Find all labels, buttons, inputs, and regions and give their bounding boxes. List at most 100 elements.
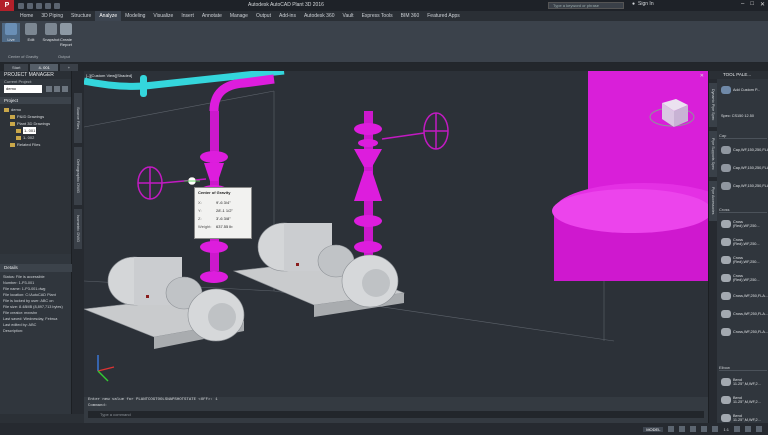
cross-fitting[interactable]: Cross (Red),WF,250... — [721, 235, 768, 249]
title-bar: P Autodesk AutoCAD Plant 3D 2016 Type a … — [0, 0, 768, 11]
ortho-icon[interactable] — [690, 426, 697, 432]
doc-tab-drawing[interactable]: 4- 001 — [30, 63, 58, 71]
tree-item[interactable]: P&ID Drawings — [2, 113, 71, 120]
elbow-fitting[interactable]: Bend 11.25°,M,WF,2... — [721, 393, 768, 407]
sign-in-button[interactable]: ● Sign In — [632, 1, 654, 7]
pump-left[interactable] — [84, 256, 245, 349]
redo-icon[interactable] — [54, 2, 60, 9]
undo-icon[interactable] — [45, 2, 51, 9]
ribbon-tab[interactable]: Featured Apps — [423, 11, 464, 21]
cross-fitting-icon — [721, 238, 731, 246]
maximize-button[interactable]: □ — [750, 1, 754, 8]
tp-section-cap[interactable]: Cap — [719, 133, 767, 139]
annotation-icon[interactable] — [734, 426, 740, 432]
project-tools — [46, 86, 69, 92]
tp-tab-accessories[interactable]: Pipe Accessories — [709, 181, 717, 221]
cross-fitting[interactable]: Cross (Red),WF,250... — [721, 253, 768, 267]
save-icon[interactable] — [36, 2, 42, 9]
tree-item[interactable]: Plant 3D Drawings — [2, 120, 71, 127]
project-select[interactable]: demo — [4, 85, 42, 93]
cap-fitting[interactable]: Cap,WF,150,250,FLA... — [721, 161, 768, 175]
edit-button[interactable]: Edit — [22, 23, 40, 42]
vtab-orthographic[interactable]: Orthographic DWG — [74, 147, 82, 205]
center-of-gravity-marker[interactable] — [184, 176, 200, 186]
ribbon-tab[interactable]: Structure — [67, 11, 95, 21]
details-section-header[interactable]: Details — [0, 264, 72, 272]
live-button[interactable]: Live — [2, 23, 20, 42]
vtab-source-files[interactable]: Source Files — [74, 93, 82, 143]
tree-item[interactable]: 1- 001 — [2, 127, 71, 134]
cross-fitting[interactable]: Cross (Red),WF,250... — [721, 271, 768, 285]
ribbon-tab[interactable]: Annotate — [198, 11, 226, 21]
tp-tab-dynamic-pipe[interactable]: Dynamic Pipe Spec — [709, 83, 717, 127]
command-input[interactable]: Type a command — [88, 411, 704, 418]
viewport-label[interactable]: [–][Custom View][Shaded] — [86, 73, 132, 78]
project-refresh-icon[interactable] — [54, 86, 61, 92]
osnap-icon[interactable] — [712, 426, 719, 432]
elbow-fitting-icon — [721, 378, 731, 386]
cross-fitting-icon — [721, 310, 731, 318]
3d-model-scene[interactable] — [84, 71, 708, 397]
project-settings-icon[interactable] — [46, 86, 53, 92]
valve-handwheel-right[interactable] — [381, 112, 449, 150]
viewport-close-button[interactable]: ✕ — [700, 73, 704, 79]
ribbon-tab[interactable]: Manage — [226, 11, 252, 21]
project-section-header[interactable]: Project — [0, 97, 71, 104]
settings-icon[interactable] — [756, 426, 762, 432]
open-icon[interactable] — [27, 2, 33, 9]
snap-icon[interactable] — [679, 426, 686, 432]
cross-fitting[interactable]: Cross,WF,250,FLA... — [721, 307, 768, 321]
tree-item[interactable]: 1- 002 — [2, 134, 71, 141]
tree-item[interactable]: Related Files — [2, 141, 71, 148]
cross-fitting[interactable]: Cross,WF,250,FLA... — [721, 289, 768, 303]
ribbon-tab[interactable]: Autodesk 360 — [300, 11, 339, 21]
ribbon-tab[interactable]: Express Tools — [358, 11, 397, 21]
magenta-pipe-middle[interactable] — [354, 111, 382, 261]
vtab-isometric[interactable]: Isometric DWG — [74, 209, 82, 249]
ribbon-tab[interactable]: Home — [16, 11, 37, 21]
workspace-icon[interactable] — [745, 426, 751, 432]
ribbon-tab[interactable]: Add-ins — [275, 11, 300, 21]
ribbon-tab[interactable]: BIM 360 — [397, 11, 424, 21]
ribbon-tab[interactable]: Insert — [177, 11, 198, 21]
cross-fitting[interactable]: Cross (Red),WF,250... — [721, 217, 768, 231]
tp-section-elbow[interactable]: Elbow — [719, 365, 767, 371]
ribbon-tab[interactable]: Analyze — [95, 11, 122, 21]
tp-section-cross[interactable]: Cross — [719, 207, 767, 213]
ribbon-tab[interactable]: Vault — [339, 11, 358, 21]
tree-item[interactable]: demo — [2, 106, 71, 113]
ribbon-tab[interactable]: Modeling — [121, 11, 149, 21]
command-line: Enter new value for PLANTCOGTOOLSNAPSHOT… — [84, 397, 708, 423]
annotation-scale[interactable]: 1:1 — [723, 427, 729, 432]
create-report-button[interactable]: Create Report — [58, 23, 74, 47]
cross-fitting[interactable]: Cross,WF,250,FLA... — [721, 325, 768, 339]
model-viewport[interactable]: [–][Custom View][Shaded] ✕ Center of Gra… — [84, 71, 708, 397]
add-custom-part-button[interactable]: Add Custom P... — [721, 83, 760, 97]
cap-fitting[interactable]: Cap,WF,150,250,FLA... — [721, 143, 768, 157]
details-list: Status: File is accessible Number: 1-P3-0… — [3, 274, 71, 334]
tooltip-key: Weight: — [198, 224, 212, 229]
app-logo[interactable]: P — [0, 0, 14, 11]
magenta-tank[interactable] — [552, 71, 708, 281]
ribbon-tab[interactable]: Output — [252, 11, 275, 21]
pump-right[interactable] — [232, 222, 406, 317]
tree-item-label: Plant 3D Drawings — [17, 121, 51, 126]
elbow-fitting[interactable]: Bend 11.25°,M,WF,2... — [721, 375, 768, 389]
tp-tab-pipe-supports[interactable]: Pipe Supports Spec — [709, 131, 717, 177]
grid-icon[interactable] — [668, 426, 675, 432]
new-tab-button[interactable]: + — [59, 63, 79, 71]
cross-fitting-label: Cross (Red),WF,250... — [733, 273, 760, 283]
doc-tab-start[interactable]: Start — [4, 63, 29, 71]
ribbon-tab[interactable]: 3D Piping — [37, 11, 67, 21]
polar-icon[interactable] — [701, 426, 708, 432]
cap-fitting[interactable]: Cap,WF,150,250,FLA... — [721, 179, 768, 193]
new-icon[interactable] — [18, 2, 24, 9]
close-button[interactable]: ✕ — [760, 1, 765, 8]
cross-fitting-icon — [721, 220, 731, 228]
ribbon-tab[interactable]: Visualize — [149, 11, 177, 21]
project-help-icon[interactable] — [62, 86, 69, 92]
ribbon-panel: Live Edit Snapshot Create Report Center … — [0, 21, 768, 63]
model-space-button[interactable]: MODEL — [643, 426, 664, 432]
minimize-button[interactable]: – — [741, 1, 744, 8]
search-input[interactable]: Type a keyword or phrase — [548, 2, 624, 9]
